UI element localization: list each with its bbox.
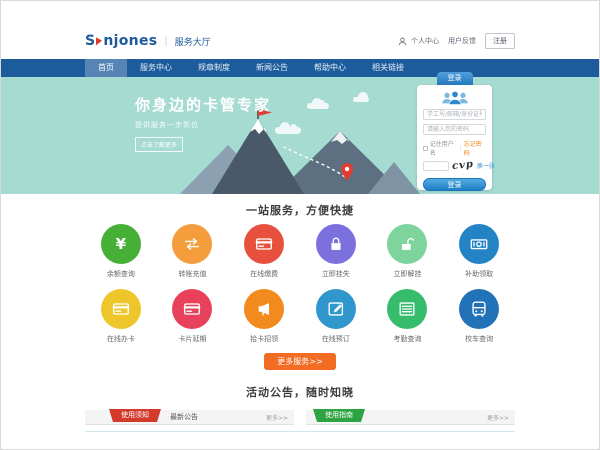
remember-label[interactable]: 记住用户名 xyxy=(430,139,458,157)
card-icon xyxy=(172,289,212,329)
service-item-7[interactable]: 卡片延期 xyxy=(157,289,229,344)
password-input[interactable] xyxy=(423,124,486,135)
service-item-label: 转账充值 xyxy=(178,269,206,279)
nav: 首页服务中心规章制度新闻公告帮助中心相关链接 xyxy=(1,59,599,77)
forgot-password-link[interactable]: 忘记密码 xyxy=(464,139,486,157)
logo-text-rest: njones xyxy=(103,33,157,49)
megaphone-icon xyxy=(244,289,284,329)
logo[interactable]: S njones | 服务大厅 xyxy=(85,33,211,49)
announcements-title: 活动公告，随时知晓 xyxy=(1,384,599,400)
hero-subtitle: 提供服务一步到位 xyxy=(135,120,271,130)
hero-banner: 你身边的卡管专家 提供服务一步到位 点击了解更多 xyxy=(1,77,599,194)
logo-tagline: 服务大厅 xyxy=(175,35,211,48)
announcement-panel-left: 使用须知 最新公告 更多>> xyxy=(85,410,294,425)
service-item-11[interactable]: 校车查询 xyxy=(443,289,515,344)
service-item-10[interactable]: 考勤查询 xyxy=(372,289,444,344)
services-grid: ¥ 余额查询 转账充值 在线缴费 立即挂失 立即解挂 补助领取在线办卡 卡片延期 拾卡招领 在线预… xyxy=(85,224,515,344)
yuan-icon: ¥ xyxy=(101,224,141,264)
hero-cta-button[interactable]: 点击了解更多 xyxy=(135,137,183,152)
login-tab[interactable]: 登录 xyxy=(437,72,473,85)
username-input[interactable] xyxy=(423,109,486,120)
hero-inner: 你身边的卡管专家 提供服务一步到位 点击了解更多 xyxy=(85,77,515,194)
service-item-label: 补助领取 xyxy=(465,269,493,279)
transfer-icon xyxy=(172,224,212,264)
captcha-refresh-link[interactable]: 换一张 xyxy=(477,161,495,170)
nav-item-4[interactable]: 帮助中心 xyxy=(301,59,359,77)
header-links: 个人中心 用户反馈 注册 xyxy=(398,33,515,49)
captcha-row: cvp 换一张 xyxy=(423,160,486,171)
service-item-label: 在线预订 xyxy=(322,334,350,344)
hero-text: 你身边的卡管专家 提供服务一步到位 点击了解更多 xyxy=(135,94,271,152)
right-more-link[interactable]: 更多>> xyxy=(487,413,509,422)
captcha-image[interactable]: cvp xyxy=(451,159,474,172)
header: S njones | 服务大厅 个人中心 用户反馈 注册 xyxy=(1,1,599,59)
left-tabbar: 使用须知 最新公告 更多>> xyxy=(85,410,294,425)
content-divider xyxy=(85,431,515,432)
remember-checkbox[interactable] xyxy=(423,146,428,151)
tab-latest-announcements[interactable]: 最新公告 xyxy=(170,412,198,422)
services-section: 一站服务，方便快捷 ¥ 余额查询 转账充值 在线缴费 立即挂失 立即解挂 补助领取在线办卡 卡… xyxy=(1,202,599,370)
service-item-label: 考勤查询 xyxy=(393,334,421,344)
hero-title: 你身边的卡管专家 xyxy=(135,94,271,115)
tab-user-guide[interactable]: 使用指南 xyxy=(317,409,361,422)
service-item-5[interactable]: 补助领取 xyxy=(443,224,515,279)
announcement-panel-right: 使用指南 更多>> xyxy=(306,410,515,425)
service-item-0[interactable]: ¥ 余额查询 xyxy=(85,224,157,279)
service-item-3[interactable]: 立即挂失 xyxy=(300,224,372,279)
nav-item-1[interactable]: 服务中心 xyxy=(127,59,185,77)
announcement-panels: 使用须知 最新公告 更多>> 使用指南 更多>> xyxy=(85,410,515,425)
unlock-icon xyxy=(387,224,427,264)
card-icon xyxy=(244,224,284,264)
more-services-button[interactable]: 更多服务>> xyxy=(264,353,335,370)
service-item-6[interactable]: 在线办卡 xyxy=(85,289,157,344)
captcha-input[interactable] xyxy=(423,161,449,171)
logo-arrow-icon xyxy=(96,37,102,46)
service-item-label: 在线缴费 xyxy=(250,269,278,279)
edit-icon xyxy=(316,289,356,329)
feedback-link[interactable]: 用户反馈 xyxy=(448,36,476,46)
service-item-label: 立即挂失 xyxy=(322,269,350,279)
nav-item-5[interactable]: 相关链接 xyxy=(359,59,417,77)
list-icon xyxy=(387,289,427,329)
service-item-4[interactable]: 立即解挂 xyxy=(372,224,444,279)
nav-item-3[interactable]: 新闻公告 xyxy=(243,59,301,77)
service-item-label: 拾卡招领 xyxy=(250,334,278,344)
services-title: 一站服务，方便快捷 xyxy=(1,202,599,218)
remember-row: 记住用户名 | 忘记密码 xyxy=(423,139,486,157)
divider: | xyxy=(460,145,462,152)
nav-item-0[interactable]: 首页 xyxy=(85,59,127,77)
login-submit-button[interactable]: 登录 xyxy=(423,178,486,191)
service-item-9[interactable]: 在线预订 xyxy=(300,289,372,344)
service-item-label: 立即解挂 xyxy=(393,269,421,279)
logo-divider: | xyxy=(164,36,167,47)
page: S njones | 服务大厅 个人中心 用户反馈 注册 首页服务中心规章制度新… xyxy=(0,0,600,450)
users-group-icon xyxy=(439,90,471,106)
tab-usage-notice[interactable]: 使用须知 xyxy=(113,409,157,422)
service-item-label: 卡片延期 xyxy=(178,334,206,344)
banknote-icon xyxy=(459,224,499,264)
cloud-icon xyxy=(353,97,369,102)
user-icon xyxy=(398,37,407,46)
bus-icon xyxy=(459,289,499,329)
service-item-label: 在线办卡 xyxy=(107,334,135,344)
login-panel-body: 记住用户名 | 忘记密码 cvp 换一张 登录 xyxy=(417,85,492,191)
service-item-label: 校车查询 xyxy=(465,334,493,344)
card-icon xyxy=(101,289,141,329)
right-tabbar: 使用指南 更多>> xyxy=(306,410,515,425)
announcements-section: 活动公告，随时知晓 使用须知 最新公告 更多>> 使用指南 更多>> xyxy=(1,384,599,432)
logo-text-s: S xyxy=(85,33,95,49)
service-item-8[interactable]: 拾卡招领 xyxy=(228,289,300,344)
nav-item-2[interactable]: 规章制度 xyxy=(185,59,243,77)
lock-icon xyxy=(316,224,356,264)
login-panel: 登录 记住用户名 | xyxy=(417,85,492,190)
service-item-2[interactable]: 在线缴费 xyxy=(228,224,300,279)
header-inner: S njones | 服务大厅 个人中心 用户反馈 注册 xyxy=(85,1,515,59)
left-more-link[interactable]: 更多>> xyxy=(266,413,288,422)
user-center-link[interactable]: 个人中心 xyxy=(411,36,439,46)
service-item-1[interactable]: 转账充值 xyxy=(157,224,229,279)
service-item-label: 余额查询 xyxy=(107,269,135,279)
register-button[interactable]: 注册 xyxy=(485,33,515,49)
